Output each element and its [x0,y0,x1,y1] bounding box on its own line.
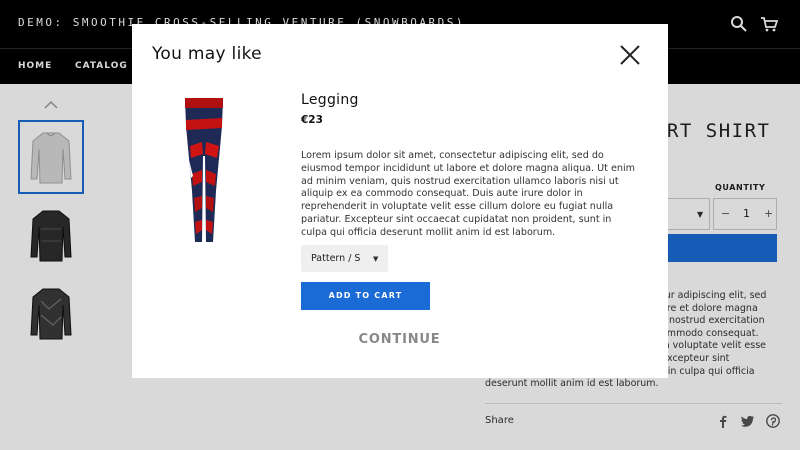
cross-sell-modal: You may like Legging €23 Lorem ipsum dol… [132,24,668,378]
continue-button[interactable]: CONTINUE [333,332,466,347]
modal-title: You may like [152,44,262,64]
modal-product-name[interactable]: Legging [301,92,359,108]
legging-image[interactable] [182,96,226,246]
modal-product-price: €23 [301,114,323,126]
variant-select-value: Pattern / S [311,253,361,264]
add-to-cart-button[interactable]: ADD TO CART [301,282,430,310]
chevron-down-icon: ▼ [373,255,379,263]
close-icon[interactable] [619,44,641,66]
variant-select[interactable]: Pattern / S ▼ [301,245,388,272]
modal-product-description: Lorem ipsum dolor sit amet, consectetur … [301,150,635,238]
